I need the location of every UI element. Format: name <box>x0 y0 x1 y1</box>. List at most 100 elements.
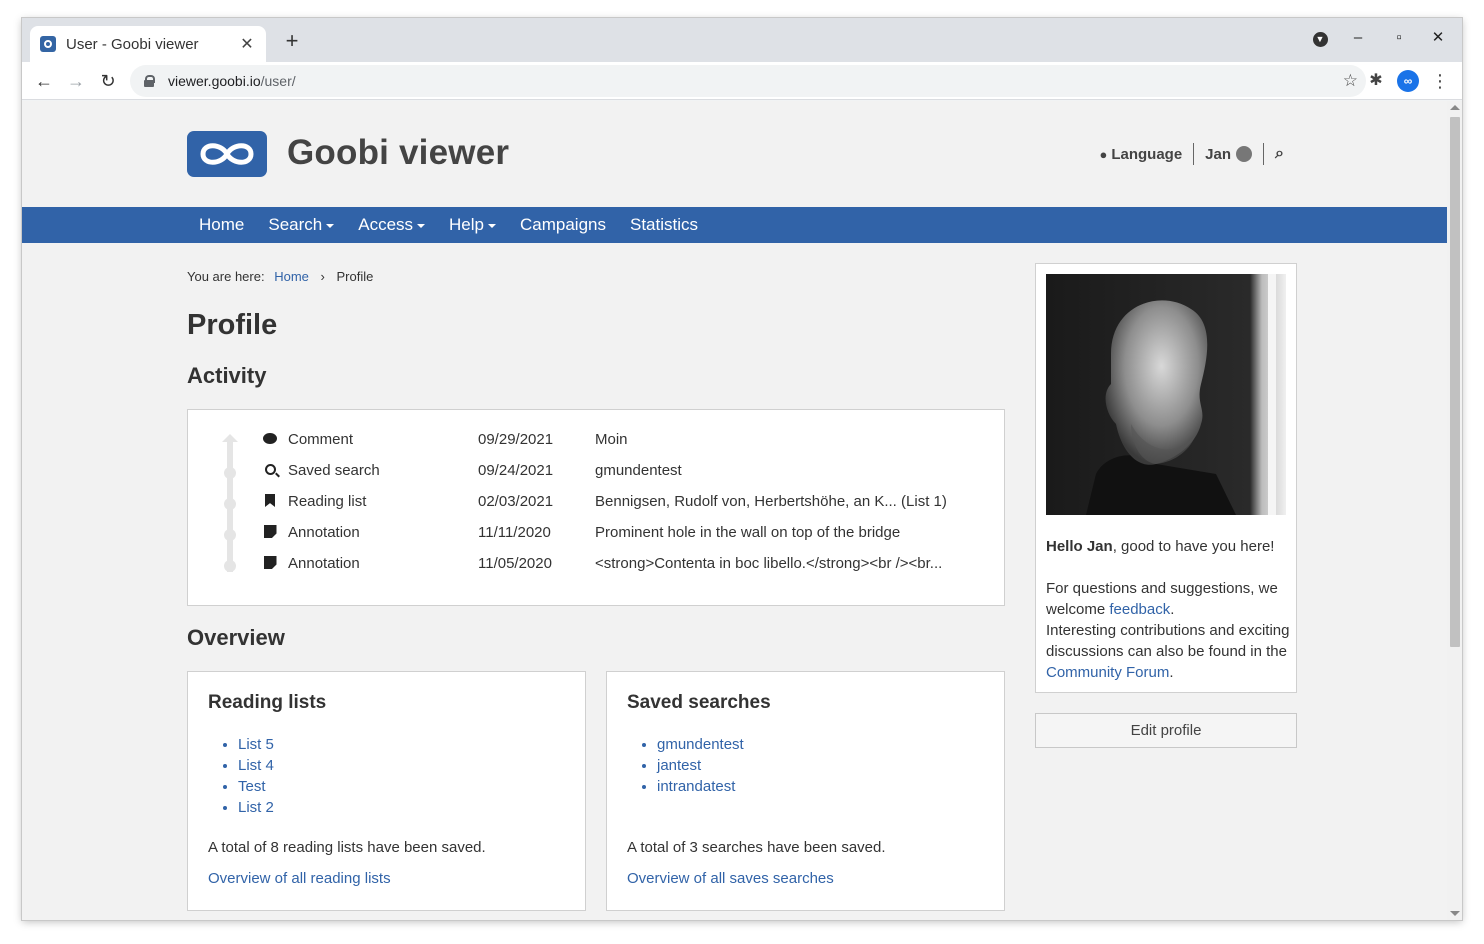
profile-portrait <box>1046 274 1286 515</box>
activity-row[interactable]: Comment 09/29/2021 Moin <box>188 429 1006 453</box>
breadcrumb: You are here: Home › Profile <box>187 269 373 284</box>
saved-searches-total: A total of 3 searches have been saved. <box>627 839 886 856</box>
bookmark-star-icon[interactable]: ☆ <box>1343 71 1358 91</box>
activity-row[interactable]: Annotation 11/05/2020 <strong>Contenta in … <box>188 553 1006 577</box>
infinity-icon <box>200 143 254 165</box>
caret-down-icon <box>417 223 426 228</box>
note-icon <box>262 525 278 541</box>
page-viewport: Goobi viewer ● Language Jan ⌕ Home Search… <box>22 101 1447 920</box>
user-avatar-icon[interactable] <box>1236 146 1253 162</box>
activity-panel: Comment 09/29/2021 Moin Saved search 09/24/2… <box>187 409 1005 606</box>
forward-arrow-icon[interactable]: → <box>64 69 88 93</box>
reading-list-link[interactable]: Test <box>238 776 565 797</box>
activity-description[interactable]: gmundentest <box>595 462 682 479</box>
extensions-icon[interactable]: ✱ <box>1364 69 1388 93</box>
browser-menu-icon[interactable]: ⋮ <box>1428 69 1452 93</box>
activity-date: 11/05/2020 <box>478 555 552 572</box>
window-close-icon[interactable]: ✕ <box>1428 28 1448 48</box>
back-arrow-icon[interactable]: ← <box>32 69 56 93</box>
saved-searches-overview-link[interactable]: Overview of all saves searches <box>627 870 834 887</box>
reading-lists-card: Reading lists List 5List 4TestList 2 A t… <box>187 671 586 911</box>
minimize-icon[interactable]: – <box>1348 28 1368 48</box>
activity-date: 11/11/2020 <box>478 524 551 541</box>
breadcrumb-chevron-icon: › <box>320 269 325 284</box>
activity-description[interactable]: <strong>Contenta in boc libello.</strong… <box>595 555 942 572</box>
favicon-icon <box>40 36 56 52</box>
activity-description[interactable]: Prominent hole in the wall on top of the… <box>595 524 900 541</box>
globe-icon: ● <box>1099 146 1108 162</box>
new-tab-icon[interactable]: + <box>282 30 302 52</box>
nav-item-label: Help <box>449 215 484 234</box>
nav-item-access[interactable]: Access <box>358 215 426 235</box>
scrollbar-thumb[interactable] <box>1450 117 1460 647</box>
language-selector[interactable]: Language <box>1111 146 1182 163</box>
goobi-logo[interactable] <box>187 131 267 177</box>
nav-item-help[interactable]: Help <box>449 215 496 235</box>
contributions-period: . <box>1169 664 1174 681</box>
goobi-extension-icon[interactable]: ∞ <box>1396 69 1420 93</box>
breadcrumb-home-link[interactable]: Home <box>274 269 309 284</box>
note-icon <box>262 556 278 572</box>
activity-row[interactable]: Saved search 09/24/2021 gmundentest <box>188 460 1006 484</box>
tab-title: User - Goobi viewer <box>66 35 199 53</box>
header-utilities: ● Language Jan ⌕ <box>1099 143 1284 165</box>
address-bar[interactable]: viewer.goobi.io/user/ ☆ <box>130 65 1366 97</box>
divider <box>1193 143 1195 165</box>
caret-down-icon <box>488 223 496 228</box>
nav-item-label: Access <box>358 215 414 234</box>
questions-period: . <box>1170 601 1175 618</box>
scroll-up-icon[interactable] <box>1450 105 1460 110</box>
profile-welcome-text: Hello Jan, good to have you here! For qu… <box>1046 536 1291 683</box>
divider <box>1263 143 1265 165</box>
nav-item-statistics[interactable]: Statistics <box>630 215 698 235</box>
activity-type: Annotation <box>288 555 360 572</box>
browser-tab[interactable]: User - Goobi viewer ✕ <box>30 26 266 62</box>
activity-description[interactable]: Moin <box>595 431 628 448</box>
nav-item-search[interactable]: Search <box>268 215 335 235</box>
browser-window: User - Goobi viewer ✕ + ▼ – ▫ ✕ ← → ↻ vi… <box>22 18 1462 920</box>
activity-row[interactable]: Reading list 02/03/2021 Bennigsen, Rudolf … <box>188 491 1006 515</box>
lock-icon[interactable] <box>144 75 155 87</box>
community-forum-link[interactable]: Community Forum <box>1046 664 1169 681</box>
saved-search-link[interactable]: gmundentest <box>657 734 984 755</box>
tab-bar: User - Goobi viewer ✕ + ▼ – ▫ ✕ <box>22 18 1462 62</box>
activity-description[interactable]: Bennigsen, Rudolf von, Herbertshöhe, an … <box>595 493 947 510</box>
search-icon[interactable]: ⌕ <box>1275 145 1284 163</box>
reload-icon[interactable]: ↻ <box>96 69 120 93</box>
page-title: Profile <box>187 309 278 341</box>
greeting-name: Hello Jan <box>1046 538 1113 555</box>
user-menu[interactable]: Jan <box>1205 146 1231 163</box>
comment-icon <box>262 432 278 448</box>
tab-close-icon[interactable]: ✕ <box>238 34 256 54</box>
site-title[interactable]: Goobi viewer <box>287 133 509 173</box>
reading-list-link[interactable]: List 5 <box>238 734 565 755</box>
nav-item-label: Statistics <box>630 215 699 234</box>
user-profile-photo <box>1046 274 1286 515</box>
saved-search-link[interactable]: intrandatest <box>657 776 984 797</box>
activity-date: 09/24/2021 <box>478 462 554 479</box>
activity-type: Reading list <box>288 493 367 510</box>
edit-profile-button[interactable]: Edit profile <box>1035 713 1297 748</box>
feedback-link[interactable]: feedback <box>1109 601 1170 618</box>
activity-row[interactable]: Annotation 11/11/2020 Prominent hole in th… <box>188 522 1006 546</box>
nav-item-label: Search <box>268 215 323 234</box>
greeting-rest: , good to have you here! <box>1112 538 1275 555</box>
main-navigation: Home Search Access Help Campaigns Statistics <box>22 207 1447 243</box>
nav-list: Home Search Access Help Campaigns Statistics <box>199 207 722 243</box>
timeline-dot <box>224 560 236 572</box>
saved-search-link[interactable]: jantest <box>657 755 984 776</box>
nav-item-campaigns[interactable]: Campaigns <box>520 215 606 235</box>
nav-item-home[interactable]: Home <box>199 215 244 235</box>
reading-lists-title: Reading lists <box>208 692 327 713</box>
reading-list-link[interactable]: List 2 <box>238 797 565 818</box>
reading-lists-overview-link[interactable]: Overview of all reading lists <box>208 870 391 887</box>
activity-date: 02/03/2021 <box>478 493 554 510</box>
nav-item-label: Home <box>199 215 245 234</box>
reading-list-link[interactable]: List 4 <box>238 755 565 776</box>
overview-heading: Overview <box>187 625 285 650</box>
scroll-down-icon[interactable] <box>1450 911 1460 916</box>
page-scrollbar[interactable] <box>1447 101 1462 920</box>
maximize-icon[interactable]: ▫ <box>1389 28 1409 48</box>
tab-search-icon[interactable]: ▼ <box>1310 28 1330 48</box>
user-profile-card: Hello Jan, good to have you here! For qu… <box>1035 263 1297 693</box>
